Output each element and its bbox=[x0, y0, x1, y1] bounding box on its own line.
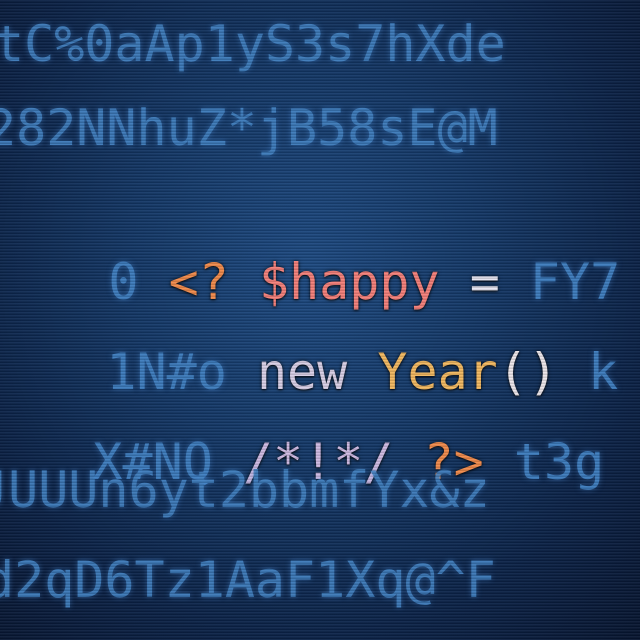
code-line-new-year: 1N#o new Year() k bbox=[0, 282, 640, 401]
code-line-6: JUUUn6yt2bbmfYx&z bbox=[0, 461, 490, 519]
code-line-comment: X#NQ /*!*/ ?> t3g bbox=[0, 372, 640, 491]
code-line-happy: 0 <? $happy = FY7 bbox=[0, 192, 640, 311]
code-line-7: d2qD6Tz1AaF1Xq@^F bbox=[0, 551, 496, 609]
code-line-2: 282NNhuZ*jB58sE@M bbox=[0, 99, 498, 157]
code-background-image: tC%0aAp1yS3s7hXde 282NNhuZ*jB58sE@M 0 <?… bbox=[0, 0, 640, 640]
code-line-1: tC%0aAp1yS3s7hXde bbox=[0, 15, 506, 73]
